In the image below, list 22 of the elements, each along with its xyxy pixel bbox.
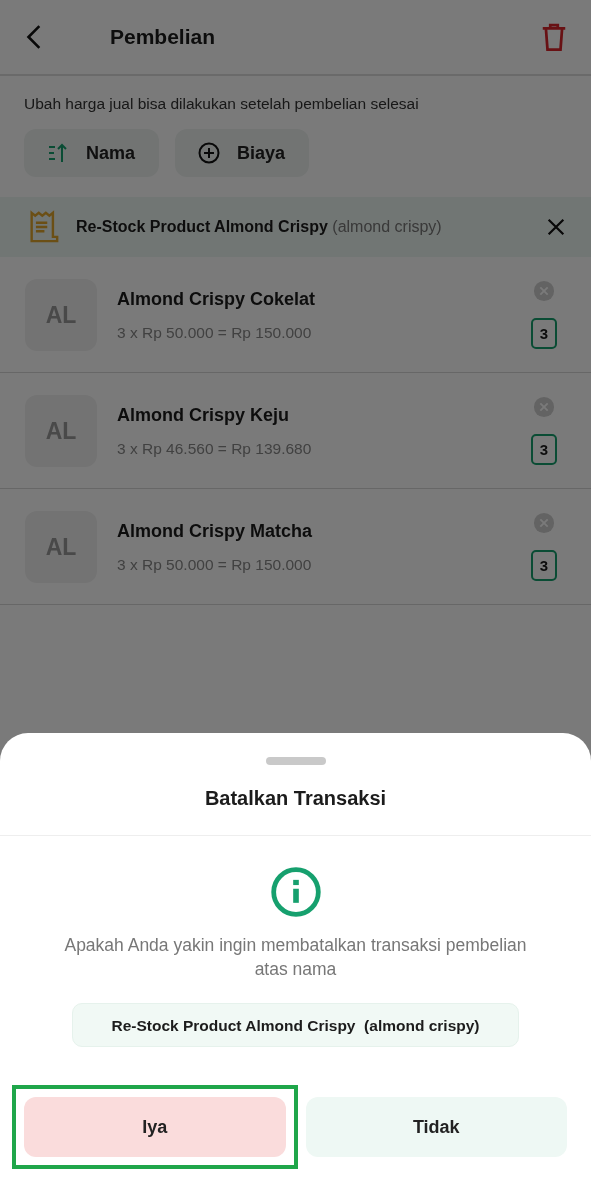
purchase-name: Re-Stock Product Almond Crispy (almond crispy) <box>76 217 443 238</box>
drag-handle[interactable] <box>265 757 326 765</box>
sort-button[interactable]: Nama <box>24 129 160 178</box>
quantity-field[interactable]: 3 <box>531 318 557 350</box>
product-name: Almond Crispy Matcha <box>117 519 314 543</box>
product-subtotal: 3 x Rp 50.000 = Rp 150.000 <box>117 322 313 343</box>
cancel-button[interactable]: Tidak <box>305 1097 567 1158</box>
plus-icon <box>197 141 222 166</box>
product-name: Almond Crispy Cokelat <box>117 287 317 311</box>
transaction-name: Re-Stock Product Almond Crispy (almond crispy) <box>72 1003 519 1048</box>
add-cost-button[interactable]: Biaya <box>175 129 310 178</box>
info-icon <box>269 866 322 918</box>
dialog-message: Apakah Anda yakin ingin membatalkan transaksi pembelian atas nama <box>63 934 528 981</box>
page-title: Pembelian <box>110 24 217 51</box>
product-subtotal: 3 x Rp 46.560 = Rp 139.680 <box>117 438 313 459</box>
product-name: Almond Crispy Keju <box>117 403 291 427</box>
quantity-field[interactable]: 3 <box>531 434 557 466</box>
confirm-button[interactable]: Iya <box>24 1097 286 1158</box>
notice-text: Ubah harga jual bisa dilakukan setelah pembelian selesai <box>23 94 420 114</box>
quantity-field[interactable]: 3 <box>531 550 557 582</box>
dialog-title: Batalkan Transaksi <box>0 765 591 836</box>
product-subtotal: 3 x Rp 50.000 = Rp 150.000 <box>117 554 313 575</box>
